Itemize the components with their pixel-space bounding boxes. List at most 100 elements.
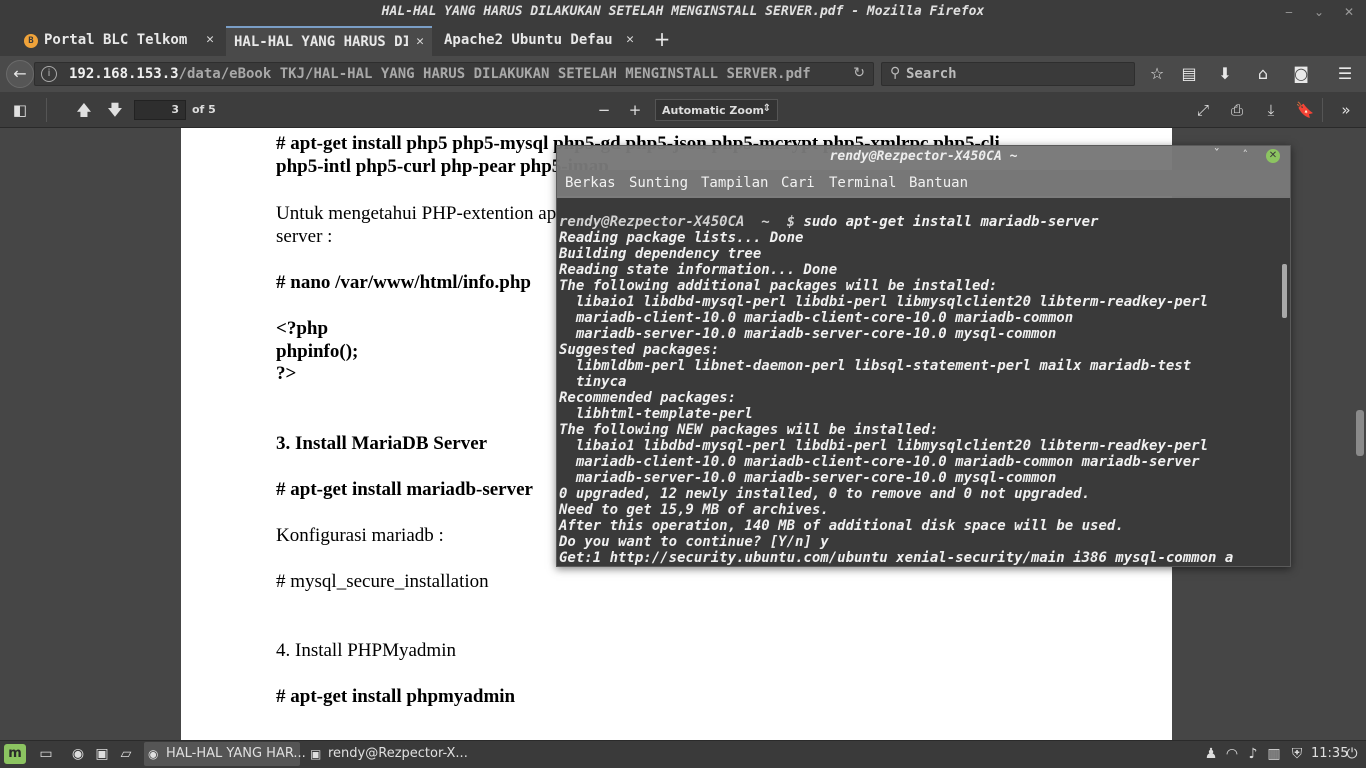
tab-label: HAL-HAL YANG HARUS DI — [234, 34, 408, 50]
volume-icon[interactable]: ♪ — [1243, 744, 1263, 764]
bookmark-view-icon[interactable]: 🔖 — [1294, 100, 1316, 120]
print-icon[interactable]: ⎙ — [1226, 100, 1248, 120]
zoom-select[interactable]: Automatic Zoom ⇕ — [655, 99, 778, 121]
terminal-line: tinyca — [559, 374, 627, 390]
reload-icon[interactable]: ↻ — [853, 65, 865, 81]
user-icon[interactable]: ♟ — [1201, 744, 1221, 764]
taskbar-item-firefox[interactable]: ◉ HAL-HAL YANG HAR... — [144, 742, 306, 766]
url-text[interactable]: 192.168.153.3/data/eBook TKJ/HAL-HAL YAN… — [69, 66, 839, 82]
terminal-maximize-icon[interactable]: ˄ — [1243, 148, 1249, 161]
url-host: 192.168.153.3 — [69, 66, 179, 82]
terminal-launcher-icon[interactable]: ▣ — [92, 744, 112, 764]
terminal-prompt: rendy@Rezpector-X450CA ~ $ — [559, 214, 796, 230]
terminal-line: After this operation, 140 MB of addition… — [559, 518, 1124, 534]
menu-bantuan[interactable]: Bantuan — [909, 175, 968, 191]
reading-list-icon[interactable]: ▤ — [1178, 63, 1200, 85]
shield-icon[interactable]: ⛨ — [1287, 744, 1307, 764]
new-tab-button[interactable]: + — [650, 28, 674, 52]
terminal-minimize-icon[interactable]: ˇ — [1214, 148, 1221, 163]
taskbar-item-label: rendy@Rezpector-X... — [328, 746, 468, 761]
doc-line: Konfigurasi mariadb : — [276, 525, 444, 546]
terminal-command: sudo apt-get install mariadb-server — [803, 214, 1099, 230]
search-icon: ⚲ — [890, 65, 901, 81]
tab-label: Apache2 Ubuntu Defau — [444, 32, 613, 48]
show-desktop-icon[interactable]: ▭ — [36, 744, 56, 764]
terminal-output[interactable]: rendy@Rezpector-X450CA ~ $ sudo apt-get … — [557, 198, 1290, 566]
tab-label: Portal BLC Telkom U — [44, 32, 194, 48]
search-bar[interactable]: ⚲ Search — [881, 62, 1135, 86]
page-number-input[interactable]: 3 — [134, 100, 186, 120]
terminal-line: 0 upgraded, 12 newly installed, 0 to rem… — [559, 486, 1091, 502]
menu-sunting[interactable]: Sunting — [629, 175, 688, 191]
page-count-label: of 5 — [192, 103, 216, 116]
next-page-icon[interactable]: 🡇 — [104, 100, 126, 120]
sidebar-toggle-icon[interactable]: ◧ — [9, 100, 31, 120]
doc-line: # apt-get install phpmyadmin — [276, 686, 516, 707]
terminal-scrollbar[interactable] — [1282, 264, 1287, 318]
close-tab-icon[interactable]: ✕ — [416, 34, 424, 49]
clipboard-icon[interactable]: ▥ — [1264, 744, 1284, 764]
menu-tampilan[interactable]: Tampilan — [701, 175, 768, 191]
tab-portal-blc[interactable]: B Portal BLC Telkom U ✕ — [18, 26, 222, 56]
downloads-icon[interactable]: ⬇ — [1214, 63, 1236, 85]
maximize-button[interactable]: ⌄ — [1310, 3, 1328, 21]
terminal-line: Need to get 15,9 MB of archives. — [559, 502, 829, 518]
taskbar-item-terminal[interactable]: ▣ rendy@Rezpector-X... — [306, 742, 468, 766]
save-download-icon[interactable]: ⤓ — [1260, 100, 1282, 120]
terminal-title: rendy@Rezpector-X450CA ~ — [829, 149, 1018, 164]
terminal-line: libhtml-template-perl — [559, 406, 753, 422]
tab-pdf-document[interactable]: HAL-HAL YANG HARUS DI ✕ — [226, 26, 432, 56]
menu-terminal[interactable]: Terminal — [829, 175, 896, 191]
close-tab-icon[interactable]: ✕ — [206, 32, 214, 47]
hamburger-menu-icon[interactable]: ☰ — [1334, 63, 1356, 85]
terminal-line: Recommended packages: — [559, 390, 737, 406]
window-title: HAL-HAL YANG HARUS DILAKUKAN SETELAH MEN… — [381, 4, 985, 19]
tools-menu-icon[interactable]: » — [1335, 100, 1357, 120]
home-icon[interactable]: ⌂ — [1252, 63, 1274, 85]
bookmark-star-icon[interactable]: ☆ — [1146, 63, 1168, 85]
terminal-line: Get:1 http://security.ubuntu.com/ubuntu … — [559, 550, 1234, 566]
mint-menu-icon[interactable]: m — [4, 744, 26, 764]
window-titlebar: HAL-HAL YANG HARUS DILAKUKAN SETELAH MEN… — [0, 0, 1366, 24]
doc-heading: 3. Install MariaDB Server — [276, 433, 488, 454]
close-tab-icon[interactable]: ✕ — [626, 32, 634, 47]
presentation-mode-icon[interactable]: ⤢ — [1192, 100, 1214, 120]
terminal-line: libmldbm-perl libnet-daemon-perl libsql-… — [559, 358, 1192, 374]
doc-line: # nano /var/www/html/info.php — [276, 272, 531, 293]
tab-apache2-default[interactable]: Apache2 Ubuntu Defau ✕ — [436, 26, 642, 56]
terminal-line: mariadb-server-10.0 mariadb-server-core-… — [559, 326, 1057, 342]
tab-strip: B Portal BLC Telkom U ✕ HAL-HAL YANG HAR… — [0, 24, 1366, 56]
toolbar-separator — [46, 98, 47, 122]
doc-line: # apt-get install mariadb-server — [276, 479, 533, 500]
info-icon[interactable]: i — [41, 66, 57, 82]
terminal-window[interactable]: rendy@Rezpector-X450CA ~ ˇ ˄ ✕ Berkas Su… — [556, 145, 1291, 567]
power-icon[interactable]: ⏻ — [1342, 744, 1362, 764]
menu-cari[interactable]: Cari — [781, 175, 815, 191]
zoom-in-icon[interactable]: + — [624, 100, 646, 120]
minimize-button[interactable]: ‒ — [1280, 3, 1298, 21]
terminal-line: Do you want to continue? [Y/n] y — [559, 534, 829, 550]
pocket-icon[interactable]: ◙ — [1290, 63, 1312, 85]
terminal-close-icon[interactable]: ✕ — [1266, 149, 1280, 163]
search-placeholder: Search — [906, 66, 957, 82]
zoom-out-icon[interactable]: − — [593, 100, 615, 120]
back-button[interactable]: ← — [6, 60, 34, 88]
close-window-button[interactable]: ✕ — [1340, 3, 1358, 21]
files-launcher-icon[interactable]: ▱ — [116, 744, 136, 764]
taskbar-item-label: HAL-HAL YANG HAR... — [166, 746, 306, 761]
terminal-line: mariadb-client-10.0 mariadb-client-core-… — [559, 310, 1074, 326]
url-bar[interactable]: i 192.168.153.3/data/eBook TKJ/HAL-HAL Y… — [34, 62, 874, 86]
terminal-icon: ▣ — [310, 747, 322, 761]
doc-heading: 4. Install PHPMyadmin — [276, 640, 456, 661]
firefox-launcher-icon[interactable]: ◉ — [68, 744, 88, 764]
menu-berkas[interactable]: Berkas — [565, 175, 616, 191]
terminal-line: mariadb-client-10.0 mariadb-client-core-… — [559, 454, 1200, 470]
blc-favicon-icon: B — [24, 34, 38, 48]
terminal-line: Reading package lists... Done — [559, 230, 804, 246]
previous-page-icon[interactable]: 🡅 — [73, 100, 95, 120]
doc-line: # mysql_secure_installation — [276, 571, 489, 592]
document-scrollbar[interactable] — [1356, 410, 1364, 456]
toolbar-separator — [1322, 98, 1323, 122]
network-icon[interactable]: ◠ — [1222, 744, 1242, 764]
doc-line: phpinfo(); — [276, 341, 359, 362]
